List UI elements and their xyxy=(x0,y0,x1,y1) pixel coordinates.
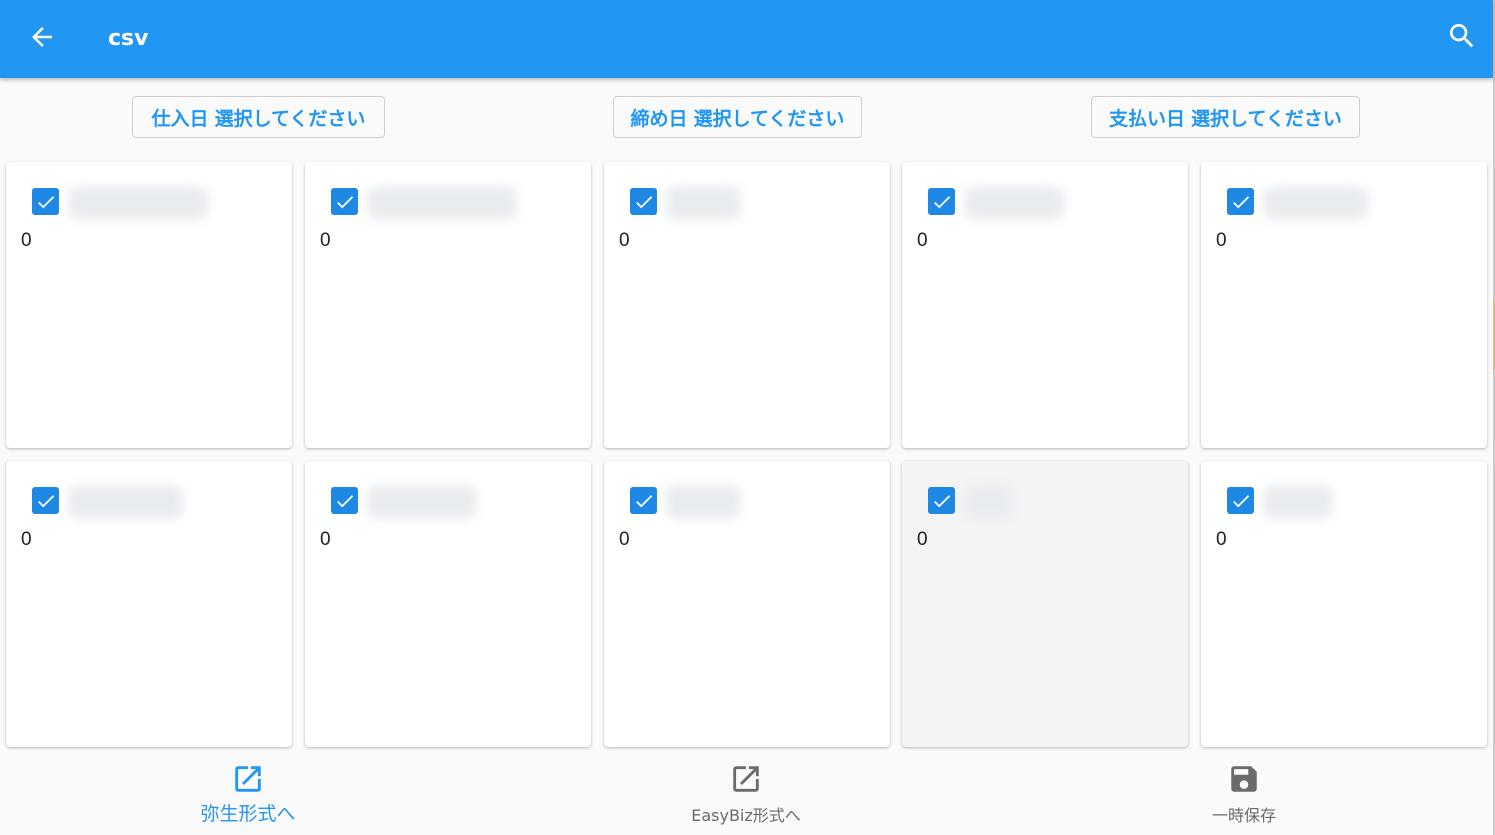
supplier-name-redacted xyxy=(964,186,1064,220)
closing-date-label: 締め日 xyxy=(630,107,688,130)
search-icon xyxy=(1450,24,1474,48)
supplier-checkbox[interactable] xyxy=(630,188,657,215)
bottom-navigation: 弥生形式へ EasyBiz形式へ 一時保存 xyxy=(0,752,1493,835)
closing-date-value: 選択してください xyxy=(693,107,845,130)
supplier-card[interactable]: 0 xyxy=(305,162,591,448)
supplier-checkbox[interactable] xyxy=(1227,188,1254,215)
supplier-count: 0 xyxy=(320,529,331,550)
check-icon xyxy=(933,494,950,507)
check-icon xyxy=(336,195,353,208)
supplier-name-redacted xyxy=(1263,186,1368,220)
export-easybiz-button[interactable]: EasyBiz形式へ xyxy=(636,762,856,832)
export-easybiz-label: EasyBiz形式へ xyxy=(691,806,801,825)
supplier-name-redacted xyxy=(964,485,1014,519)
export-yayoi-label: 弥生形式へ xyxy=(200,803,296,825)
supplier-count: 0 xyxy=(21,529,32,550)
supplier-card[interactable]: 0 xyxy=(604,461,890,747)
supplier-card[interactable]: 0 xyxy=(1201,461,1487,747)
check-icon xyxy=(37,195,54,208)
supplier-name-redacted xyxy=(367,485,477,519)
page-title: csv xyxy=(108,26,149,51)
supplier-checkbox[interactable] xyxy=(32,487,59,514)
supplier-card[interactable]: 0 xyxy=(305,461,591,747)
back-button[interactable] xyxy=(22,18,62,56)
supplier-checkbox[interactable] xyxy=(928,188,955,215)
supplier-card[interactable]: 0 xyxy=(6,461,292,747)
supplier-count: 0 xyxy=(21,230,32,251)
supplier-name-redacted xyxy=(68,485,183,519)
supplier-count: 0 xyxy=(1216,230,1227,251)
supplier-count: 0 xyxy=(320,230,331,251)
check-icon xyxy=(635,494,652,507)
supplier-name-redacted xyxy=(1263,485,1333,519)
supplier-card[interactable]: 0 xyxy=(902,162,1188,448)
purchase-date-label: 仕入日 xyxy=(151,107,209,130)
check-icon xyxy=(1232,195,1249,208)
check-icon xyxy=(37,494,54,507)
supplier-checkbox[interactable] xyxy=(331,188,358,215)
temporary-save-button[interactable]: 一時保存 xyxy=(1134,762,1354,832)
supplier-card[interactable]: 0 xyxy=(6,162,292,448)
supplier-count: 0 xyxy=(917,529,928,550)
save-icon xyxy=(1231,766,1257,792)
arrow-back-icon xyxy=(32,27,52,47)
supplier-checkbox[interactable] xyxy=(331,487,358,514)
supplier-checkbox[interactable] xyxy=(1227,487,1254,514)
supplier-card[interactable]: 0 xyxy=(604,162,890,448)
supplier-count: 0 xyxy=(619,230,630,251)
supplier-card[interactable]: 0 xyxy=(1201,162,1487,448)
search-button[interactable] xyxy=(1442,16,1482,56)
supplier-checkbox[interactable] xyxy=(928,487,955,514)
supplier-checkbox[interactable] xyxy=(630,487,657,514)
payment-date-label: 支払い日 xyxy=(1109,107,1186,130)
payment-date-button[interactable]: 支払い日 選択してください xyxy=(1091,96,1360,138)
purchase-date-value: 選択してください xyxy=(214,107,366,130)
app-bar: csv xyxy=(0,0,1493,78)
payment-date-value: 選択してください xyxy=(1191,107,1342,130)
supplier-name-redacted xyxy=(666,485,741,519)
check-icon xyxy=(336,494,353,507)
open-in-new-icon xyxy=(733,766,759,792)
supplier-count: 0 xyxy=(1216,529,1227,550)
check-icon xyxy=(1232,494,1249,507)
closing-date-button[interactable]: 締め日 選択してください xyxy=(613,96,862,138)
purchase-date-button[interactable]: 仕入日 選択してください xyxy=(132,96,385,138)
supplier-count: 0 xyxy=(619,529,630,550)
supplier-name-redacted xyxy=(68,186,208,220)
supplier-name-redacted xyxy=(367,186,517,220)
check-icon xyxy=(933,195,950,208)
supplier-count: 0 xyxy=(917,230,928,251)
check-icon xyxy=(635,195,652,208)
supplier-card[interactable]: 0 xyxy=(902,461,1188,747)
export-yayoi-button[interactable]: 弥生形式へ xyxy=(138,762,358,832)
supplier-name-redacted xyxy=(666,186,741,220)
supplier-checkbox[interactable] xyxy=(32,188,59,215)
temporary-save-label: 一時保存 xyxy=(1211,806,1276,825)
open-in-new-icon xyxy=(235,766,261,792)
